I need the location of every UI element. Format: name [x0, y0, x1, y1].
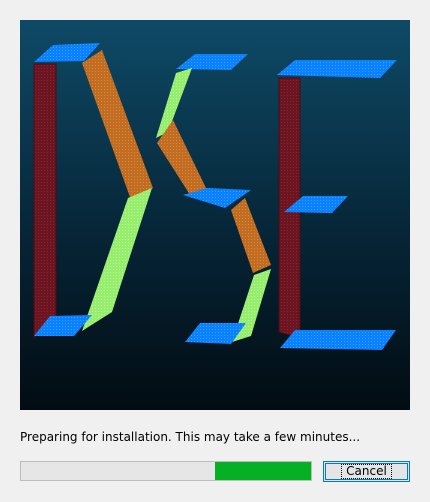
dse-logo-banner: [20, 20, 410, 410]
cancel-button[interactable]: Cancel: [323, 461, 410, 482]
installer-window: Preparing for installation. This may tak…: [0, 0, 430, 502]
cancel-button-label: Cancel: [341, 464, 392, 479]
progress-bar-fill: [215, 462, 311, 480]
progress-bar: [20, 461, 312, 481]
banner-background: [20, 20, 410, 410]
status-message: Preparing for installation. This may tak…: [20, 430, 361, 444]
